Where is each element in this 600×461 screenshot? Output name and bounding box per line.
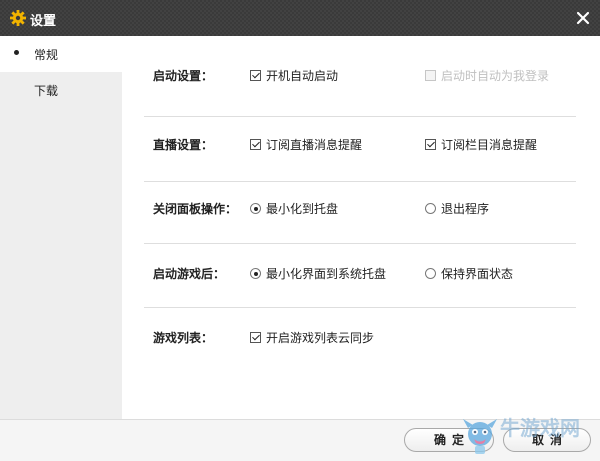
radio-button[interactable] <box>250 268 261 279</box>
sidebar-item-general[interactable]: 常规 <box>0 36 122 72</box>
exit-program-radio[interactable]: 退出程序 <box>425 200 489 217</box>
auto-start-checkbox[interactable]: 开机自动启动 <box>250 67 338 84</box>
checkbox-box[interactable] <box>250 332 261 343</box>
radio-button[interactable] <box>425 203 436 214</box>
startup-settings-label: 启动设置： <box>153 69 214 83</box>
minimize-ui-label: 最小化界面到系统托盘 <box>266 267 387 281</box>
mascot-logo <box>463 419 497 454</box>
sidebar-item-download[interactable]: 下载 <box>0 72 122 108</box>
active-indicator <box>14 50 19 55</box>
live-notify-checkbox[interactable]: 订阅直播消息提醒 <box>250 136 362 153</box>
watermark-text: 牛游戏网 <box>500 416 580 440</box>
radio-button[interactable] <box>250 203 261 214</box>
watermark: 牛游戏网 <box>460 412 600 460</box>
after-launch-label: 启动游戏后： <box>153 267 226 281</box>
divider <box>144 243 576 244</box>
column-notify-checkbox[interactable]: 订阅栏目消息提醒 <box>425 136 537 153</box>
divider <box>144 116 576 117</box>
sidebar-item-label: 下载 <box>34 84 59 98</box>
window-title: 设置 <box>30 14 57 29</box>
cloud-sync-checkbox[interactable]: 开启游戏列表云同步 <box>250 329 374 346</box>
cloud-sync-label: 开启游戏列表云同步 <box>266 331 375 345</box>
radio-button[interactable] <box>425 268 436 279</box>
title-bar: 设置 <box>0 0 600 36</box>
live-notify-label: 订阅直播消息提醒 <box>266 138 363 152</box>
sidebar: 常规 下载 <box>0 36 122 419</box>
keep-ui-label: 保持界面状态 <box>441 267 514 281</box>
game-list-label: 游戏列表： <box>153 331 214 345</box>
close-icon[interactable] <box>574 9 592 27</box>
minimize-to-tray-radio[interactable]: 最小化到托盘 <box>250 200 338 217</box>
column-notify-label: 订阅栏目消息提醒 <box>441 138 538 152</box>
divider <box>144 307 576 308</box>
divider <box>144 181 576 182</box>
live-settings-label: 直播设置： <box>153 138 214 152</box>
minimize-ui-radio[interactable]: 最小化界面到系统托盘 <box>250 265 386 282</box>
keep-ui-radio[interactable]: 保持界面状态 <box>425 265 513 282</box>
exit-program-label: 退出程序 <box>441 202 490 216</box>
checkbox-box[interactable] <box>425 139 436 150</box>
sidebar-item-label: 常规 <box>34 48 59 62</box>
close-panel-label: 关闭面板操作： <box>153 202 238 216</box>
settings-panel <box>122 36 600 419</box>
minimize-to-tray-label: 最小化到托盘 <box>266 202 339 216</box>
auto-login-checkbox: 启动时自动为我登录 <box>425 67 549 84</box>
auto-login-label: 启动时自动为我登录 <box>441 69 550 83</box>
gear-icon <box>10 10 26 26</box>
checkbox-box[interactable] <box>250 139 261 150</box>
checkbox-box[interactable] <box>250 70 261 81</box>
checkbox-box <box>425 70 436 81</box>
auto-start-label: 开机自动启动 <box>266 69 339 83</box>
